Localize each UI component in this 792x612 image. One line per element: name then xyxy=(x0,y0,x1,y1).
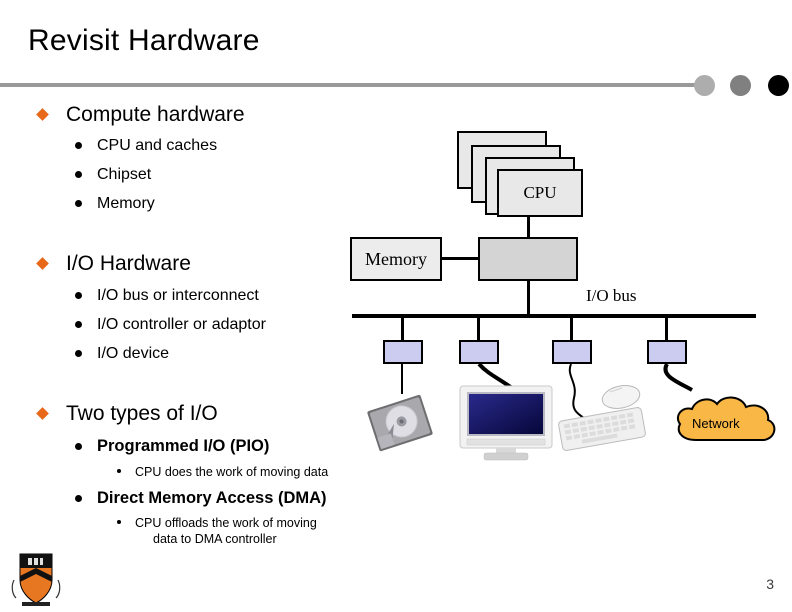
adaptor-box-3[interactable] xyxy=(552,340,592,364)
outline-label: Chipset xyxy=(97,166,152,183)
cpu-label: CPU xyxy=(523,183,557,202)
outline-item-direct-memory-access[interactable]: Direct Memory Access (DMA) xyxy=(75,489,327,508)
dot-bullet-icon xyxy=(75,443,82,450)
keyboard-device-icon xyxy=(558,407,646,451)
outline-label: Direct Memory Access (DMA) xyxy=(97,489,327,507)
outline-label: I/O controller or adaptor xyxy=(97,316,266,333)
memory-label: Memory xyxy=(365,248,427,269)
decor-circle-medium xyxy=(730,75,751,96)
page-number: 3 xyxy=(766,576,774,592)
outline-item-memory[interactable]: Memory xyxy=(75,194,155,213)
io-bus-line xyxy=(352,314,756,318)
dot-bullet-icon xyxy=(75,171,82,178)
decor-circle-dark xyxy=(768,75,789,96)
outline-label: data to DMA controller xyxy=(153,532,277,546)
outline-label: Two types of I/O xyxy=(66,402,218,425)
dot-bullet-icon xyxy=(75,495,82,502)
outline-item-dma-detail-line1: CPU offloads the work of moving xyxy=(117,515,317,531)
outline-item-io-controller[interactable]: I/O controller or adaptor xyxy=(75,315,266,334)
monitor-device-icon xyxy=(459,385,553,461)
dot-bullet-icon xyxy=(75,142,82,149)
cable-to-monitor xyxy=(477,362,514,390)
chipset-box[interactable] xyxy=(478,237,578,281)
diamond-bullet-icon xyxy=(36,257,49,270)
outline-label: Compute hardware xyxy=(66,103,245,126)
wire-bus-to-adaptor-2 xyxy=(477,318,480,340)
outline-item-cpu-and-caches[interactable]: CPU and caches xyxy=(75,136,218,155)
outline-item-chipset[interactable]: Chipset xyxy=(75,165,152,184)
dot-bullet-icon xyxy=(75,292,82,299)
outline-item-programmed-io[interactable]: Programmed I/O (PIO) xyxy=(75,437,270,456)
adaptor-box-4[interactable] xyxy=(647,340,687,364)
outline-label: I/O bus or interconnect xyxy=(97,287,259,304)
wire-bus-to-adaptor-1 xyxy=(401,318,404,340)
outline-item-io-device[interactable]: I/O device xyxy=(75,344,170,363)
outline-label: CPU does the work of moving data xyxy=(135,465,329,479)
outline-item-io-bus[interactable]: I/O bus or interconnect xyxy=(75,286,259,305)
cable-to-keyboard xyxy=(568,363,585,419)
cpu-box[interactable]: CPU xyxy=(497,169,583,217)
small-dot-bullet-icon xyxy=(117,520,121,524)
page-title: Revisit Hardware xyxy=(28,24,260,57)
network-label: Network xyxy=(692,416,740,431)
outline-label: CPU and caches xyxy=(97,137,218,154)
outline-label: I/O Hardware xyxy=(66,252,191,275)
cpu-stack-card-4 xyxy=(457,131,547,189)
title-divider xyxy=(0,83,700,87)
decor-circle-light xyxy=(694,75,715,96)
diamond-bullet-icon xyxy=(36,407,49,420)
dot-bullet-icon xyxy=(75,200,82,207)
wire-bus-to-adaptor-4 xyxy=(665,318,668,340)
dot-bullet-icon xyxy=(75,321,82,328)
outline-label: Memory xyxy=(97,195,155,212)
wire-chipset-to-bus xyxy=(527,281,530,316)
adaptor-box-1[interactable] xyxy=(383,340,423,364)
outline-item-io-hardware[interactable]: I/O Hardware xyxy=(36,252,191,276)
outline-label: Programmed I/O (PIO) xyxy=(97,437,270,455)
outline-label: CPU offloads the work of moving xyxy=(135,516,317,530)
outline-item-compute-hardware[interactable]: Compute hardware xyxy=(36,103,245,127)
hard-disk-device-icon xyxy=(367,394,433,452)
dot-bullet-icon xyxy=(75,350,82,357)
adaptor-box-2[interactable] xyxy=(459,340,499,364)
memory-box[interactable]: Memory xyxy=(350,237,442,281)
princeton-shield-logo xyxy=(11,553,61,606)
wire-memory-to-chipset xyxy=(442,257,478,260)
cpu-stack-card-3 xyxy=(471,145,561,203)
outline-item-dma-detail-line2: data to DMA controller xyxy=(153,531,277,547)
io-bus-label: I/O bus xyxy=(586,286,637,305)
diamond-bullet-icon xyxy=(36,108,49,121)
outline-item-pio-detail: CPU does the work of moving data xyxy=(117,464,329,480)
cpu-stack-card-2 xyxy=(485,157,575,215)
outline-label: I/O device xyxy=(97,345,170,362)
wire-cpu-to-chipset xyxy=(527,217,530,237)
wire-bus-to-adaptor-3 xyxy=(570,318,573,340)
cable-to-network xyxy=(663,362,693,392)
small-dot-bullet-icon xyxy=(117,469,121,473)
mouse-device-icon xyxy=(601,385,641,409)
network-cloud-icon xyxy=(676,396,776,441)
outline-item-two-types-of-io[interactable]: Two types of I/O xyxy=(36,402,218,426)
